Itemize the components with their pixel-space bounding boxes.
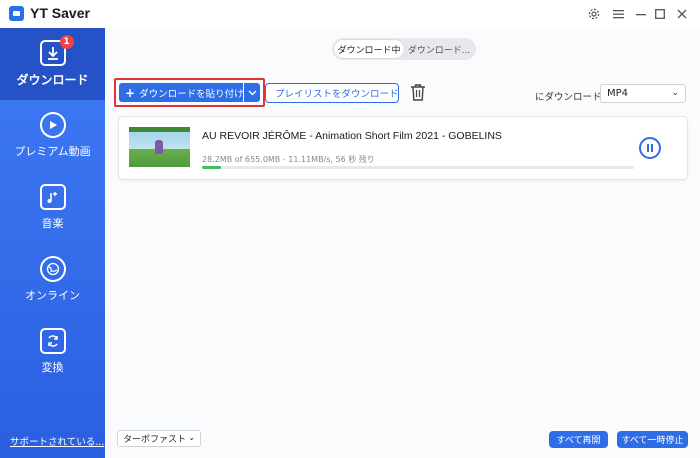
tab-downloading[interactable]: ダウンロード中 bbox=[334, 40, 404, 58]
download-icon: 1 bbox=[39, 35, 74, 66]
trash-icon[interactable] bbox=[410, 84, 428, 102]
paste-options-dropdown[interactable] bbox=[244, 83, 260, 102]
main-panel: ダウンロード中 ダウンロード... + ダウンロードを貼り付け プレイリストをダ… bbox=[105, 28, 700, 458]
progress-bar bbox=[202, 166, 634, 169]
pause-button[interactable] bbox=[639, 137, 661, 159]
sidebar-item-online[interactable]: オンライン bbox=[0, 244, 105, 316]
chevron-down-icon bbox=[248, 90, 256, 95]
download-to-label: にダウンロード bbox=[535, 92, 602, 103]
chevron-down-icon: ⌄ bbox=[671, 88, 679, 98]
download-count-badge: 1 bbox=[59, 35, 74, 49]
tab-downloaded[interactable]: ダウンロード... bbox=[404, 40, 474, 58]
maximize-icon[interactable] bbox=[652, 6, 668, 22]
sidebar-item-music[interactable]: 音楽 bbox=[0, 172, 105, 244]
resume-all-button[interactable]: すべて再開 bbox=[549, 431, 608, 448]
convert-icon bbox=[39, 328, 66, 354]
download-playlist-button[interactable]: プレイリストをダウンロード bbox=[265, 83, 399, 103]
settings-icon[interactable] bbox=[586, 6, 602, 22]
app-title: YT Saver bbox=[30, 5, 90, 21]
download-tabs: ダウンロード中 ダウンロード... bbox=[332, 38, 476, 60]
play-icon bbox=[39, 112, 66, 138]
sidebar-item-label: プレミアム動画 bbox=[14, 145, 91, 158]
playlist-label: プレイリストをダウンロード bbox=[275, 89, 399, 100]
supported-sites-link[interactable]: サポートされている... bbox=[10, 434, 104, 448]
turbo-value: ターボファスト bbox=[123, 435, 187, 445]
minimize-icon[interactable] bbox=[633, 6, 649, 22]
sidebar-item-premium-video[interactable]: プレミアム動画 bbox=[0, 100, 105, 172]
close-icon[interactable] bbox=[674, 6, 690, 22]
pause-icon-bar bbox=[647, 144, 649, 152]
sidebar-item-label: 音楽 bbox=[41, 217, 64, 230]
format-value: MP4 bbox=[607, 88, 629, 99]
video-thumbnail bbox=[129, 127, 190, 167]
thumbnail-figure bbox=[155, 140, 163, 154]
sidebar-item-label: 変換 bbox=[41, 361, 64, 374]
video-title: AU REVOIR JÉRÔME - Animation Short Film … bbox=[202, 130, 502, 142]
download-status: 28.2MB of 655.0MB - 11.11MB/s, 56 秒 残り bbox=[202, 155, 375, 164]
pause-all-button[interactable]: すべて一時停止 bbox=[617, 431, 688, 448]
sidebar-item-label: ダウンロード bbox=[16, 73, 89, 87]
format-select[interactable]: MP4 ⌄ bbox=[600, 84, 686, 103]
pause-icon-bar bbox=[651, 144, 653, 152]
progress-fill bbox=[202, 166, 221, 169]
turbo-speed-select[interactable]: ターボファスト ⌄ bbox=[117, 430, 201, 447]
chevron-down-icon: ⌄ bbox=[188, 433, 195, 442]
plus-icon: + bbox=[125, 85, 136, 100]
sidebar-item-convert[interactable]: 変換 bbox=[0, 316, 105, 388]
sidebar-item-download[interactable]: 1 ダウンロード bbox=[0, 28, 105, 100]
music-note-icon bbox=[39, 184, 66, 210]
app-logo-icon bbox=[9, 6, 24, 21]
paste-download-button[interactable]: + ダウンロードを貼り付け bbox=[119, 83, 244, 102]
sidebar-item-label: オンライン bbox=[25, 289, 80, 302]
sidebar: 1 ダウンロード プレミアム動画 音楽 オンライン 変換 サポートされている..… bbox=[0, 28, 105, 458]
globe-icon bbox=[39, 256, 66, 282]
title-bar: YT Saver bbox=[0, 0, 700, 28]
menu-icon[interactable] bbox=[610, 6, 626, 22]
download-item: AU REVOIR JÉRÔME - Animation Short Film … bbox=[118, 116, 688, 180]
paste-download-label: ダウンロードを貼り付け bbox=[139, 88, 244, 100]
